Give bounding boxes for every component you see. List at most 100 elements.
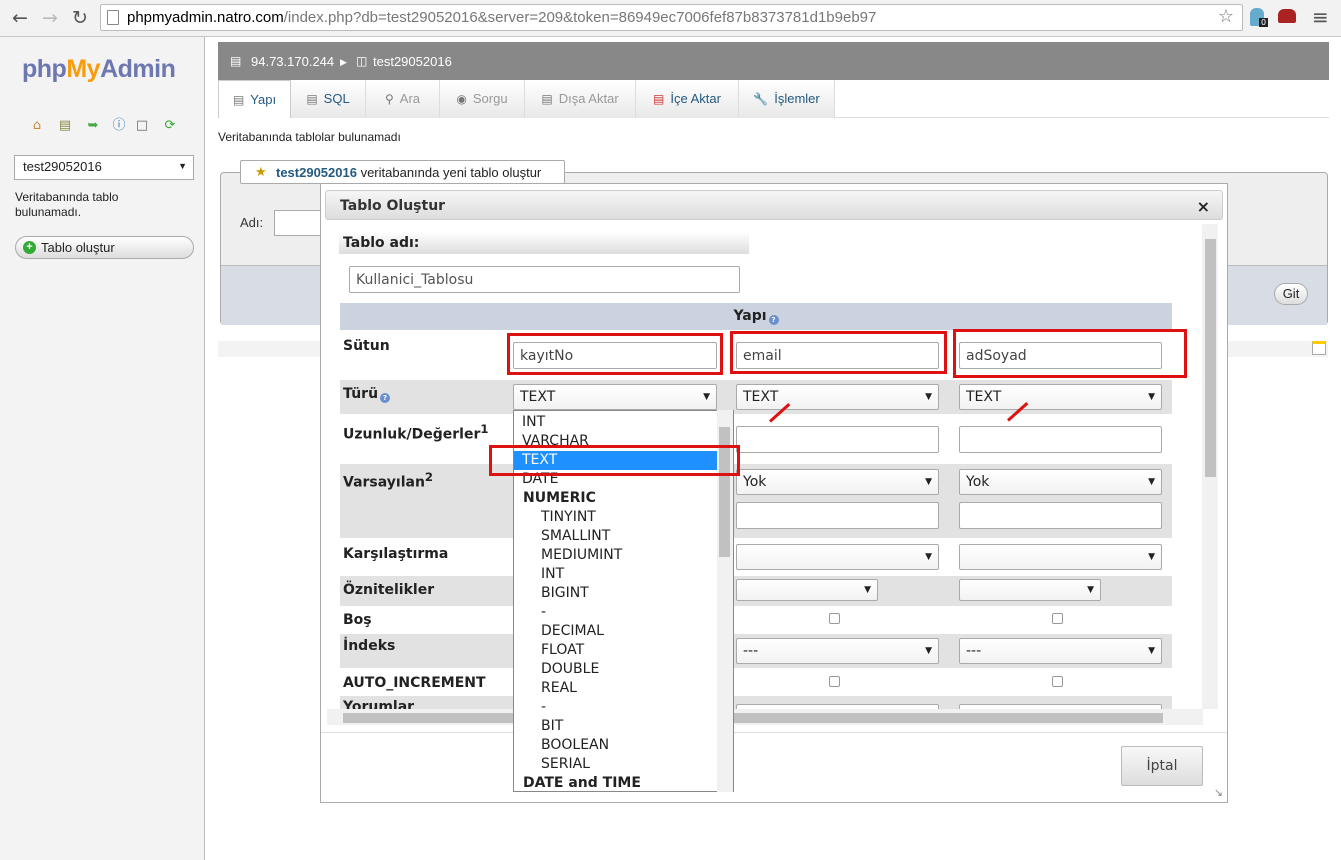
cancel-button[interactable]: İptal xyxy=(1121,746,1203,786)
browser-toolbar: ← → ↻ phpmyadmin.natro.com/index.php?db=… xyxy=(0,0,1341,37)
tab-search[interactable]: ⚲ Ara xyxy=(366,80,440,118)
dialog-title[interactable]: Tablo Oluştur × xyxy=(325,190,1223,220)
back-icon[interactable]: ← xyxy=(8,6,32,30)
type-option[interactable]: INT xyxy=(514,413,717,432)
server-icon: ▤ xyxy=(230,54,242,68)
help-icon[interactable]: ? xyxy=(768,315,779,325)
type-option[interactable]: MEDIUMINT xyxy=(514,546,717,565)
database-select[interactable]: test29052016 ▼ xyxy=(14,155,194,180)
null-checkbox[interactable] xyxy=(1052,613,1063,624)
console-icon[interactable] xyxy=(1312,341,1326,355)
column-type-select[interactable]: TEXT ▼ xyxy=(736,384,939,410)
navigation-panel: phpMyAdmin ⌂ ▤ ➥ ⓘ □ ⟳ test29052016 ▼ Ver… xyxy=(0,37,205,860)
type-option[interactable]: BIT xyxy=(514,717,717,736)
attributes-select[interactable]: ▼ xyxy=(736,579,878,601)
create-table-dialog: Tablo Oluştur × Tablo adı: Kullanici_Tabl… xyxy=(320,183,1228,803)
column-name-input[interactable]: email xyxy=(736,342,939,369)
query-window-icon[interactable]: ➥ xyxy=(84,117,102,135)
dialog-footer xyxy=(321,732,1227,802)
table-name-input[interactable]: Kullanici_Tablosu xyxy=(349,266,740,293)
tab-operations[interactable]: 🔧 İşlemler xyxy=(739,80,835,118)
breadcrumb-database[interactable]: test29052016 xyxy=(373,54,452,69)
resize-handle-icon[interactable]: ↘ xyxy=(1214,786,1223,799)
null-checkbox[interactable] xyxy=(829,613,840,624)
help-icon[interactable]: ? xyxy=(380,393,391,403)
auto-increment-checkbox[interactable] xyxy=(1052,676,1063,687)
create-table-button[interactable]: + Tablo oluştur xyxy=(15,236,194,259)
dialog-content: Tablo adı: Kullanici_Tablosu Yapı? Sütun… xyxy=(327,224,1207,714)
database-icon: ◫ xyxy=(356,54,368,68)
tab-export[interactable]: ▤ Dışa Aktar xyxy=(525,80,636,118)
extension-chair-icon[interactable] xyxy=(1278,9,1296,23)
attributes-select[interactable]: ▼ xyxy=(959,579,1101,601)
column-name-input[interactable]: adSoyad xyxy=(959,342,1162,369)
close-icon[interactable]: × xyxy=(1197,197,1210,216)
type-dropdown-list[interactable]: INT VARCHAR TEXT DATE NUMERIC TINYINT SMALLINT… xyxy=(513,410,734,792)
menu-icon[interactable]: ≡ xyxy=(1312,5,1329,29)
sql-icon: ▤ xyxy=(306,92,318,106)
column-type-select[interactable]: TEXT ▼ xyxy=(513,384,717,410)
bookmark-star-icon[interactable]: ☆ xyxy=(1218,6,1234,27)
no-tables-message: Veritabanında tablolar bulunamadı xyxy=(218,130,401,144)
type-option[interactable]: BIGINT xyxy=(514,584,717,603)
collation-select[interactable]: ▼ xyxy=(959,544,1162,570)
auto-increment-label: AUTO_INCREMENT xyxy=(343,675,486,691)
default-label: Varsayılan2 xyxy=(343,470,434,491)
forward-icon[interactable]: → xyxy=(38,6,62,30)
index-select[interactable]: --- ▼ xyxy=(736,638,939,664)
docs-icon[interactable]: ⓘ xyxy=(110,117,128,135)
index-select[interactable]: --- ▼ xyxy=(959,638,1162,664)
type-option[interactable]: VARCHAR xyxy=(514,432,717,451)
type-option[interactable]: REAL xyxy=(514,679,717,698)
tab-query[interactable]: ◉ Sorgu xyxy=(440,80,525,118)
reload-nav-icon[interactable]: ⟳ xyxy=(161,117,179,135)
chevron-down-icon: ▼ xyxy=(703,392,710,402)
type-option[interactable]: - xyxy=(514,603,717,622)
type-option[interactable]: - xyxy=(514,698,717,717)
type-option[interactable]: SERIAL xyxy=(514,755,717,774)
sql-docs-icon[interactable]: □ xyxy=(133,117,151,135)
type-option[interactable]: SMALLINT xyxy=(514,527,717,546)
length-input[interactable] xyxy=(736,426,939,453)
default-select[interactable]: Yok ▼ xyxy=(736,469,939,495)
type-option[interactable]: INT xyxy=(514,565,717,584)
default-value-input[interactable] xyxy=(736,502,939,529)
dialog-vertical-scroll-thumb[interactable] xyxy=(1205,239,1216,477)
collation-select[interactable]: ▼ xyxy=(736,544,939,570)
length-label: Uzunluk/Değerler1 xyxy=(343,422,489,443)
type-option[interactable]: DOUBLE xyxy=(514,660,717,679)
phpmyadmin-logo[interactable]: phpMyAdmin xyxy=(22,55,176,84)
type-option-group: NUMERIC xyxy=(523,490,596,506)
column-type-select[interactable]: TEXT ▼ xyxy=(959,384,1162,410)
dropdown-scroll-thumb[interactable] xyxy=(719,427,730,557)
page-icon xyxy=(107,10,119,25)
chevron-down-icon: ▼ xyxy=(1087,585,1094,595)
structure-icon: ▤ xyxy=(232,93,245,107)
import-icon: ▤ xyxy=(653,92,665,106)
column-label: Sütun xyxy=(343,338,390,354)
default-select[interactable]: Yok ▼ xyxy=(959,469,1162,495)
chevron-down-icon: ▼ xyxy=(178,161,187,171)
tab-import[interactable]: ▤ İçe Aktar xyxy=(636,80,739,118)
tab-structure[interactable]: ▤ Yapı xyxy=(218,80,291,118)
address-bar[interactable]: phpmyadmin.natro.com/index.php?db=test29… xyxy=(100,4,1243,31)
type-option[interactable]: FLOAT xyxy=(514,641,717,660)
chevron-down-icon: ▼ xyxy=(925,392,932,402)
type-option[interactable]: TINYINT xyxy=(514,508,717,527)
type-option[interactable]: BOOLEAN xyxy=(514,736,717,755)
dialog-horizontal-scroll-thumb[interactable] xyxy=(343,713,1163,723)
length-input[interactable] xyxy=(959,426,1162,453)
go-button[interactable]: Git xyxy=(1274,283,1308,305)
type-option[interactable]: DECIMAL xyxy=(514,622,717,641)
type-option[interactable]: TEXT xyxy=(514,451,717,470)
home-icon[interactable]: ⌂ xyxy=(28,117,46,135)
type-option[interactable]: DATE xyxy=(514,470,717,489)
collation-label: Karşılaştırma xyxy=(343,546,449,562)
column-name-input[interactable]: kayıtNo xyxy=(513,342,717,369)
reload-icon[interactable]: ↻ xyxy=(68,6,92,30)
breadcrumb-server[interactable]: 94.73.170.244 xyxy=(251,54,334,69)
auto-increment-checkbox[interactable] xyxy=(829,676,840,687)
tab-sql[interactable]: ▤ SQL xyxy=(291,80,366,118)
exit-icon[interactable]: ▤ xyxy=(56,117,74,135)
default-value-input[interactable] xyxy=(959,502,1162,529)
